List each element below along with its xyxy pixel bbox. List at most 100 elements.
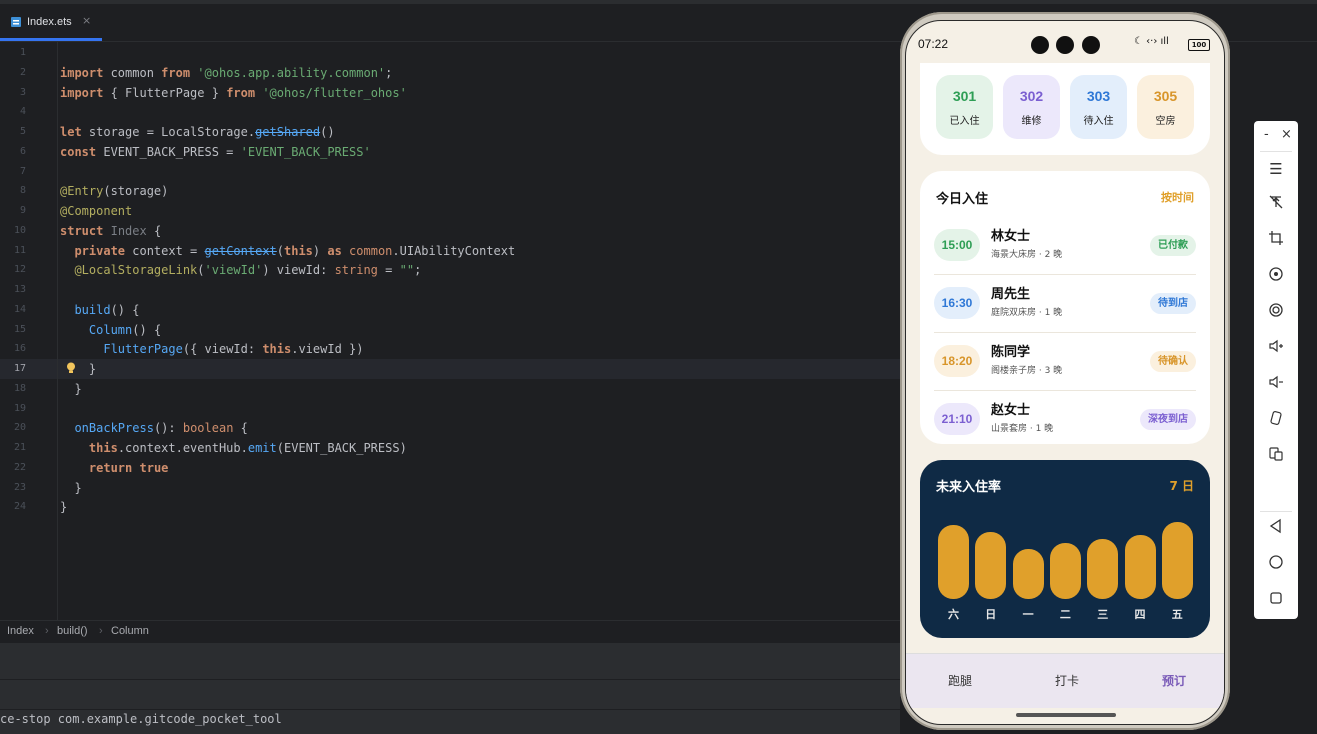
- checkin-row[interactable]: 16:30 周先生 庭院双床房 · 1 晚 待到店: [934, 277, 1196, 333]
- code-text[interactable]: const EVENT_BACK_PRESS = 'EVENT_BACK_PRE…: [60, 142, 371, 162]
- multi-screen-icon[interactable]: [1264, 445, 1288, 469]
- tab-index-ets[interactable]: Index.ets ×: [0, 4, 102, 41]
- code-text[interactable]: @Component: [60, 201, 132, 221]
- code-line[interactable]: 17 }: [0, 359, 900, 379]
- code-line[interactable]: 1: [0, 43, 900, 63]
- stat-tile-maintenance[interactable]: 302 维修: [1003, 75, 1060, 139]
- code-text[interactable]: }: [60, 379, 81, 399]
- stat-tile-occupied[interactable]: 301 已入住: [936, 75, 993, 139]
- code-line[interactable]: 8 @Entry(storage): [0, 181, 900, 201]
- home-icon[interactable]: [1264, 553, 1288, 577]
- code-line[interactable]: 12 @LocalStorageLink('viewId') viewId: s…: [0, 260, 900, 280]
- code-line[interactable]: 18 }: [0, 379, 900, 399]
- fold-icon[interactable]: [1264, 409, 1288, 433]
- checkin-row[interactable]: 18:20 陈同学 阁楼亲子房 · 3 晚 待确认: [934, 335, 1196, 391]
- code-line[interactable]: 10 struct Index {: [0, 221, 900, 241]
- line-number[interactable]: 6: [0, 142, 26, 162]
- breadcrumb-item-build[interactable]: build(): [57, 625, 88, 637]
- line-number[interactable]: 15: [0, 320, 26, 340]
- occupancy-range[interactable]: 7 日: [1169, 477, 1194, 494]
- volume-down-icon[interactable]: [1264, 373, 1288, 397]
- menu-icon[interactable]: ☰: [1264, 157, 1288, 181]
- close-icon[interactable]: ×: [1281, 127, 1292, 142]
- home-indicator[interactable]: [1016, 713, 1116, 717]
- line-number[interactable]: 10: [0, 221, 26, 241]
- checkin-row[interactable]: 15:00 林女士 海景大床房 · 2 晚 已付款: [934, 219, 1196, 275]
- tab-close-icon[interactable]: ×: [82, 14, 91, 27]
- recents-icon[interactable]: [1264, 589, 1288, 613]
- code-text[interactable]: @LocalStorageLink('viewId') viewId: stri…: [60, 260, 421, 280]
- line-number[interactable]: 24: [0, 497, 26, 517]
- code-line[interactable]: 13: [0, 280, 900, 300]
- occupancy-bar[interactable]: [938, 525, 969, 599]
- code-text[interactable]: }: [60, 497, 67, 517]
- code-line[interactable]: 3 import { FlutterPage } from '@ohos/flut…: [0, 83, 900, 103]
- code-line[interactable]: 22 return true: [0, 458, 900, 478]
- line-number[interactable]: 14: [0, 300, 26, 320]
- occupancy-bar[interactable]: [1124, 535, 1156, 599]
- line-number[interactable]: 2: [0, 63, 26, 83]
- line-number[interactable]: 5: [0, 122, 26, 142]
- line-number[interactable]: 7: [0, 162, 26, 182]
- code-line[interactable]: 6 const EVENT_BACK_PRESS = 'EVENT_BACK_PR…: [0, 142, 900, 162]
- line-number[interactable]: 11: [0, 241, 26, 261]
- code-editor[interactable]: 1 2 import common from '@ohos.app.ability.…: [0, 42, 900, 620]
- code-line[interactable]: 23 }: [0, 478, 900, 498]
- screenshot-icon[interactable]: [1264, 301, 1288, 325]
- code-line[interactable]: 9 @Component: [0, 201, 900, 221]
- phone-screen[interactable]: 07:22 ☾ ‹·› ıll 100 301 已入住 302 维修 303 待…: [905, 20, 1225, 725]
- rotate-icon[interactable]: [1264, 265, 1288, 289]
- nav-checkin[interactable]: 打卡: [1055, 672, 1079, 689]
- line-number[interactable]: 8: [0, 181, 26, 201]
- sort-by-time-button[interactable]: 按时间: [1161, 189, 1194, 205]
- volume-up-icon[interactable]: [1264, 337, 1288, 361]
- code-text[interactable]: }: [60, 478, 81, 498]
- code-line[interactable]: 15 Column() {: [0, 320, 900, 340]
- code-text[interactable]: this.context.eventHub.emit(EVENT_BACK_PR…: [60, 438, 407, 458]
- line-number[interactable]: 13: [0, 280, 26, 300]
- occupancy-bar[interactable]: [1049, 543, 1081, 599]
- code-text[interactable]: Column() {: [60, 320, 161, 340]
- line-number[interactable]: 20: [0, 418, 26, 438]
- occupancy-bar[interactable]: [1087, 539, 1119, 599]
- line-number[interactable]: 17: [0, 359, 26, 379]
- line-number[interactable]: 21: [0, 438, 26, 458]
- code-line[interactable]: 7: [0, 162, 900, 182]
- code-line[interactable]: 2 import common from '@ohos.app.ability.c…: [0, 63, 900, 83]
- occupancy-bar[interactable]: [1161, 522, 1193, 599]
- minimize-icon[interactable]: -: [1264, 127, 1269, 142]
- line-number[interactable]: 16: [0, 339, 26, 359]
- code-text[interactable]: }: [60, 359, 96, 379]
- stat-tile-pending[interactable]: 303 待入住: [1070, 75, 1127, 139]
- code-text[interactable]: import common from '@ohos.app.ability.co…: [60, 63, 392, 83]
- checkin-row[interactable]: 21:10 赵女士 山景套房 · 1 晚 深夜到店: [934, 393, 1196, 449]
- line-number[interactable]: 9: [0, 201, 26, 221]
- nav-errand[interactable]: 跑腿: [948, 672, 972, 689]
- code-line[interactable]: 14 build() {: [0, 300, 900, 320]
- code-line[interactable]: 5 let storage = LocalStorage.getShared(): [0, 122, 900, 142]
- code-line[interactable]: 19: [0, 399, 900, 419]
- back-icon[interactable]: [1264, 517, 1288, 541]
- code-line[interactable]: 11 private context = getContext(this) as…: [0, 241, 900, 261]
- crop-icon[interactable]: [1264, 229, 1288, 253]
- breadcrumb-item-column[interactable]: Column: [111, 625, 149, 637]
- line-number[interactable]: 19: [0, 399, 26, 419]
- code-line[interactable]: 24}: [0, 497, 900, 517]
- occupancy-bar[interactable]: [975, 532, 1007, 599]
- occupancy-bar[interactable]: [1012, 549, 1044, 599]
- stat-tile-vacant[interactable]: 305 空房: [1137, 75, 1194, 139]
- pin-off-icon[interactable]: [1264, 193, 1288, 217]
- line-number[interactable]: 18: [0, 379, 26, 399]
- code-text[interactable]: let storage = LocalStorage.getShared(): [60, 122, 335, 142]
- code-text[interactable]: private context = getContext(this) as co…: [60, 241, 515, 261]
- code-line[interactable]: 16 FlutterPage({ viewId: this.viewId }): [0, 339, 900, 359]
- line-number[interactable]: 22: [0, 458, 26, 478]
- code-text[interactable]: onBackPress(): boolean {: [60, 418, 247, 438]
- line-number[interactable]: 23: [0, 478, 26, 498]
- code-text[interactable]: build() {: [60, 300, 139, 320]
- nav-booking[interactable]: 预订: [1162, 672, 1186, 689]
- code-line[interactable]: 21 this.context.eventHub.emit(EVENT_BACK…: [0, 438, 900, 458]
- code-text[interactable]: FlutterPage({ viewId: this.viewId }): [60, 339, 363, 359]
- code-text[interactable]: return true: [60, 458, 169, 478]
- code-line[interactable]: 4: [0, 102, 900, 122]
